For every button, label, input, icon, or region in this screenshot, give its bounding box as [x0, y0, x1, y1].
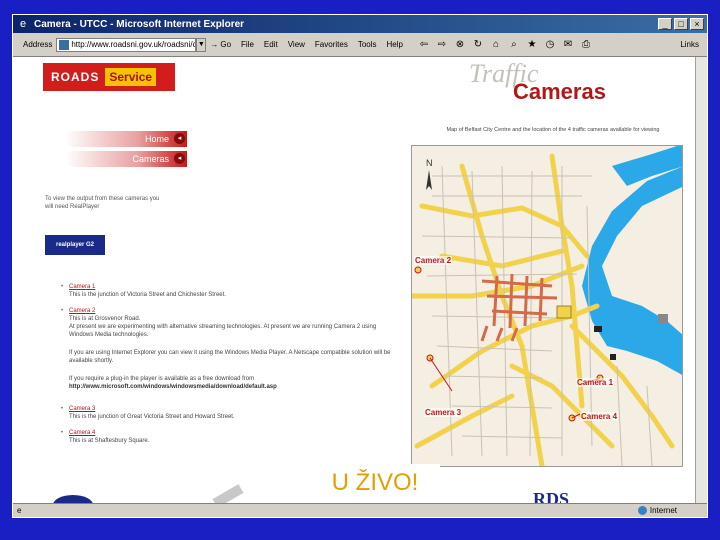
- home-icon[interactable]: ⌂: [489, 38, 503, 52]
- map-label-camera-1: Camera 1: [576, 378, 615, 387]
- history-icon[interactable]: ◷: [543, 38, 557, 52]
- nav-cameras-button[interactable]: Cameras ◂: [65, 151, 187, 167]
- toolbar-icons: ⇦ ⇨ ⊗ ↻ ⌂ ⌕ ★ ◷ ✉ ⎙: [417, 38, 593, 52]
- camera-2-link[interactable]: Camera 2: [69, 307, 401, 315]
- menu-view[interactable]: View: [288, 40, 305, 49]
- address-input[interactable]: http://www.roadsni.gov.uk/roadsni/c: [56, 37, 197, 52]
- nav-cameras-label: Cameras: [132, 154, 169, 164]
- menu-help[interactable]: Help: [387, 40, 403, 49]
- nav-home-button[interactable]: Home ◂: [65, 131, 187, 147]
- web-page: ROADS Service Traffic Cameras Home ◂ Cam…: [13, 57, 695, 503]
- forward-icon[interactable]: ⇨: [435, 38, 449, 52]
- menu-tools[interactable]: Tools: [358, 40, 377, 49]
- camera-4-desc: This is at Shaftesbury Square.: [69, 438, 150, 444]
- list-item: Camera 3 This is the junction of Great V…: [61, 405, 401, 421]
- map-caption: Map of Belfast City Centre and the locat…: [446, 127, 660, 133]
- toolbar: Address http://www.roadsni.gov.uk/roadsn…: [13, 33, 707, 57]
- back-icon[interactable]: ⇦: [417, 38, 431, 52]
- footer-decoration: [212, 484, 244, 503]
- internet-zone-icon: [637, 506, 647, 515]
- menu-file[interactable]: File: [241, 40, 254, 49]
- footer-rds-logo: RDS: [533, 489, 570, 503]
- menu-edit[interactable]: Edit: [264, 40, 278, 49]
- heading-cameras: Cameras: [513, 79, 606, 104]
- links-label[interactable]: Links: [680, 40, 699, 49]
- camera-1-desc: This is the junction of Victoria Street …: [69, 292, 226, 298]
- title-bar[interactable]: e Camera - UTCC - Microsoft Internet Exp…: [13, 15, 707, 33]
- map-label-camera-2: Camera 2: [414, 256, 453, 265]
- address-value: http://www.roadsni.gov.uk/roadsni/c: [71, 39, 197, 49]
- logo-service-text: Service: [105, 68, 157, 86]
- city-hall-marker: [556, 305, 572, 319]
- camera-2-desc: This is at Grosvenor Road.: [69, 316, 141, 322]
- minimize-button[interactable]: _: [658, 18, 672, 30]
- ie-icon: e: [19, 18, 27, 30]
- status-zone-label: Internet: [649, 506, 677, 515]
- page-icon: [59, 39, 70, 50]
- map-label-camera-4: Camera 4: [580, 412, 619, 421]
- camera-3-link[interactable]: Camera 3: [69, 405, 401, 413]
- maximize-button[interactable]: □: [674, 18, 688, 30]
- map-label-camera-3: Camera 3: [424, 408, 463, 417]
- media-player-download-link[interactable]: http://www.microsoft.com/windows/windows…: [69, 383, 401, 391]
- svg-text:N: N: [426, 158, 433, 168]
- nav-home-arrow-icon: ◂: [174, 133, 185, 144]
- camera-2-note-ie: If you are using Internet Explorer you c…: [69, 350, 391, 364]
- list-item: Camera 4 This is at Shaftesbury Square.: [61, 429, 401, 445]
- logo-roads-text: ROADS: [51, 70, 100, 84]
- window-controls: _ □ ×: [658, 18, 704, 30]
- window-title: Camera - UTCC - Microsoft Internet Explo…: [34, 18, 245, 30]
- go-arrow-icon: →: [210, 40, 219, 49]
- building-marker: [658, 314, 668, 324]
- camera-2-marker[interactable]: [414, 266, 422, 274]
- realplayer-badge[interactable]: realplayer G2: [45, 235, 105, 255]
- refresh-icon[interactable]: ↻: [471, 38, 485, 52]
- camera-1-link[interactable]: Camera 1: [69, 283, 401, 291]
- building-marker: [610, 354, 616, 360]
- print-icon[interactable]: ⎙: [579, 38, 593, 52]
- camera-3-desc: This is the junction of Great Victoria S…: [69, 414, 235, 420]
- address-dropdown-icon[interactable]: ▼: [196, 37, 207, 52]
- close-button[interactable]: ×: [690, 18, 704, 30]
- nav-cameras-arrow-icon: ◂: [174, 153, 185, 164]
- list-item: Camera 2 This is at Grosvenor Road. At p…: [61, 307, 401, 391]
- stop-icon[interactable]: ⊗: [453, 38, 467, 52]
- address-label: Address: [23, 40, 53, 49]
- roads-service-logo[interactable]: ROADS Service: [43, 63, 175, 91]
- camera-list: Camera 1 This is the junction of Victori…: [61, 283, 401, 453]
- go-label: Go: [220, 40, 232, 49]
- menu-favorites[interactable]: Favorites: [315, 40, 348, 49]
- mail-icon[interactable]: ✉: [561, 38, 575, 52]
- footer-logo-left: [53, 495, 93, 503]
- search-icon[interactable]: ⌕: [507, 38, 521, 52]
- camera-2-note: At present we are experimenting with alt…: [69, 324, 377, 338]
- status-page-icon: e: [17, 506, 22, 515]
- camera-4-link[interactable]: Camera 4: [69, 429, 401, 437]
- camera-2-note-plugin: If you require a plug-in the player is a…: [69, 376, 255, 382]
- map-graphic: N: [412, 146, 682, 466]
- list-item: Camera 1 This is the junction of Victori…: [61, 283, 401, 299]
- status-zone: Internet: [637, 506, 677, 515]
- building-marker: [594, 326, 602, 332]
- intro-text: To view the output from these cameras yo…: [45, 196, 160, 210]
- nav-home-label: Home: [144, 134, 169, 144]
- city-centre-map[interactable]: N Camera 2 Camera 1 Camera 3 Camera 4: [411, 145, 683, 467]
- status-bar: e Internet: [13, 503, 707, 517]
- go-button[interactable]: → Go: [210, 40, 231, 49]
- vertical-scrollbar[interactable]: [695, 57, 707, 503]
- live-overlay-caption: U ŽIVO!: [310, 464, 440, 502]
- browser-window: e Camera - UTCC - Microsoft Internet Exp…: [12, 14, 708, 518]
- live-caption-text: U ŽIVO!: [331, 469, 419, 496]
- favorites-icon[interactable]: ★: [525, 38, 539, 52]
